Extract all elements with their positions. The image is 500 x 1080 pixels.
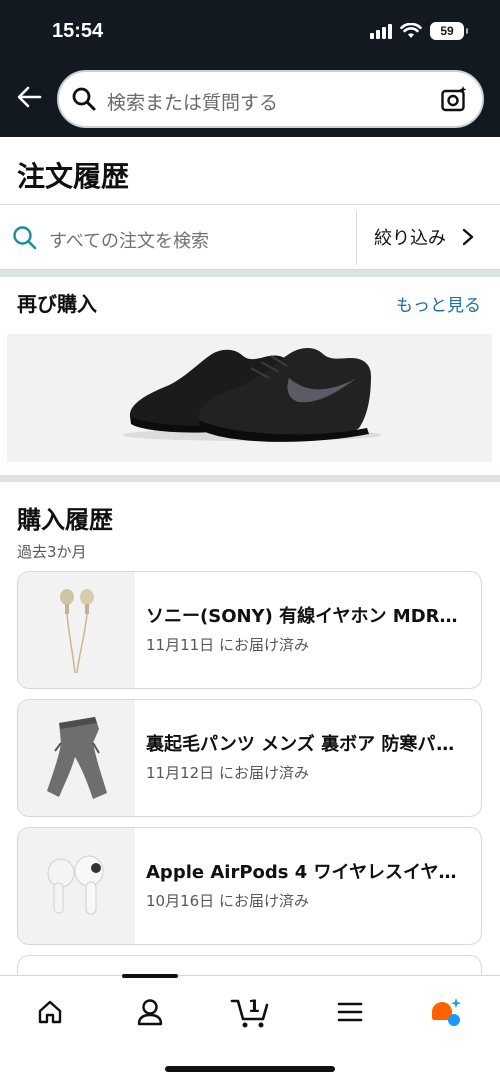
order-date: 11月12日 にお届け済み [146, 764, 309, 782]
order-name: ソニー(SONY) 有線イヤホン MDR-EX15LP [146, 606, 464, 627]
order-card[interactable]: ソニー(SONY) 有線イヤホン MDR-EX15LP 11月11日 にお届け済… [17, 571, 482, 689]
pants-image [46, 717, 107, 799]
back-arrow-icon [17, 86, 42, 108]
sneakers-image [122, 348, 382, 442]
home-icon [38, 1000, 62, 1024]
airpods-image [47, 855, 103, 915]
nav-active-indicator [122, 974, 178, 978]
cart-count: 1 [248, 997, 260, 1017]
history-period: 過去3か月 [17, 543, 87, 561]
nav-rufus[interactable] [426, 992, 466, 1032]
signal-icon [370, 23, 392, 39]
section-divider [0, 270, 500, 277]
menu-icon [337, 1002, 363, 1022]
page-title: 注文履歴 [17, 160, 130, 193]
user-icon [137, 999, 163, 1026]
order-date: 10月16日 にお届け済み [146, 892, 309, 910]
search-icon [72, 87, 96, 111]
header: 検索または質問する [0, 64, 500, 137]
order-card[interactable]: 裏起毛パンツ メンズ 裏ボア 防寒パンツ 11月12日 にお届け済み [17, 699, 482, 817]
nav-menu[interactable] [330, 992, 370, 1032]
see-more-link[interactable]: もっと見る [396, 291, 481, 316]
status-bar: 15:54 59 [0, 0, 500, 64]
rebuy-product-image[interactable] [7, 334, 492, 462]
home-indicator [165, 1066, 335, 1072]
order-card[interactable]: Apple AirPods 4 ワイヤレスイヤホン 10月16日 にお届け済み [17, 827, 482, 945]
section-divider [0, 475, 500, 482]
status-time: 15:54 [52, 20, 104, 42]
filter-label: 絞り込み [374, 228, 446, 249]
order-search-bar: すべての注文を検索 絞り込み [0, 204, 500, 270]
status-icons: 59 [370, 22, 468, 40]
ai-assistant-icon [432, 998, 461, 1026]
nav-home[interactable] [30, 992, 70, 1032]
camera-search-icon[interactable] [440, 85, 468, 113]
product-thumbnail [18, 700, 135, 816]
bottom-nav: 1 [0, 974, 500, 1080]
order-name: Apple AirPods 4 ワイヤレスイヤホン [146, 862, 464, 883]
wifi-icon [400, 23, 422, 38]
chevron-right-icon [462, 228, 474, 246]
order-search-icon [13, 226, 37, 250]
cart-icon: 1 [230, 997, 269, 1028]
order-search-input[interactable]: すべての注文を検索 [49, 227, 209, 253]
earphones-image [59, 589, 94, 674]
filter-button[interactable]: 絞り込み [357, 205, 500, 269]
product-thumbnail [18, 828, 135, 944]
back-button[interactable] [14, 82, 44, 112]
history-title: 購入履歴 [17, 506, 113, 534]
product-thumbnail [18, 572, 135, 688]
order-date: 11月11日 にお届け済み [146, 636, 309, 654]
search-input[interactable]: 検索または質問する [57, 70, 484, 128]
nav-account[interactable] [130, 992, 170, 1032]
order-name: 裏起毛パンツ メンズ 裏ボア 防寒パンツ [146, 734, 464, 755]
nav-cart[interactable]: 1 [228, 992, 272, 1032]
rebuy-title: 再び購入 [17, 292, 97, 316]
search-placeholder: 検索または質問する [107, 92, 279, 114]
battery-indicator: 59 [430, 22, 468, 40]
